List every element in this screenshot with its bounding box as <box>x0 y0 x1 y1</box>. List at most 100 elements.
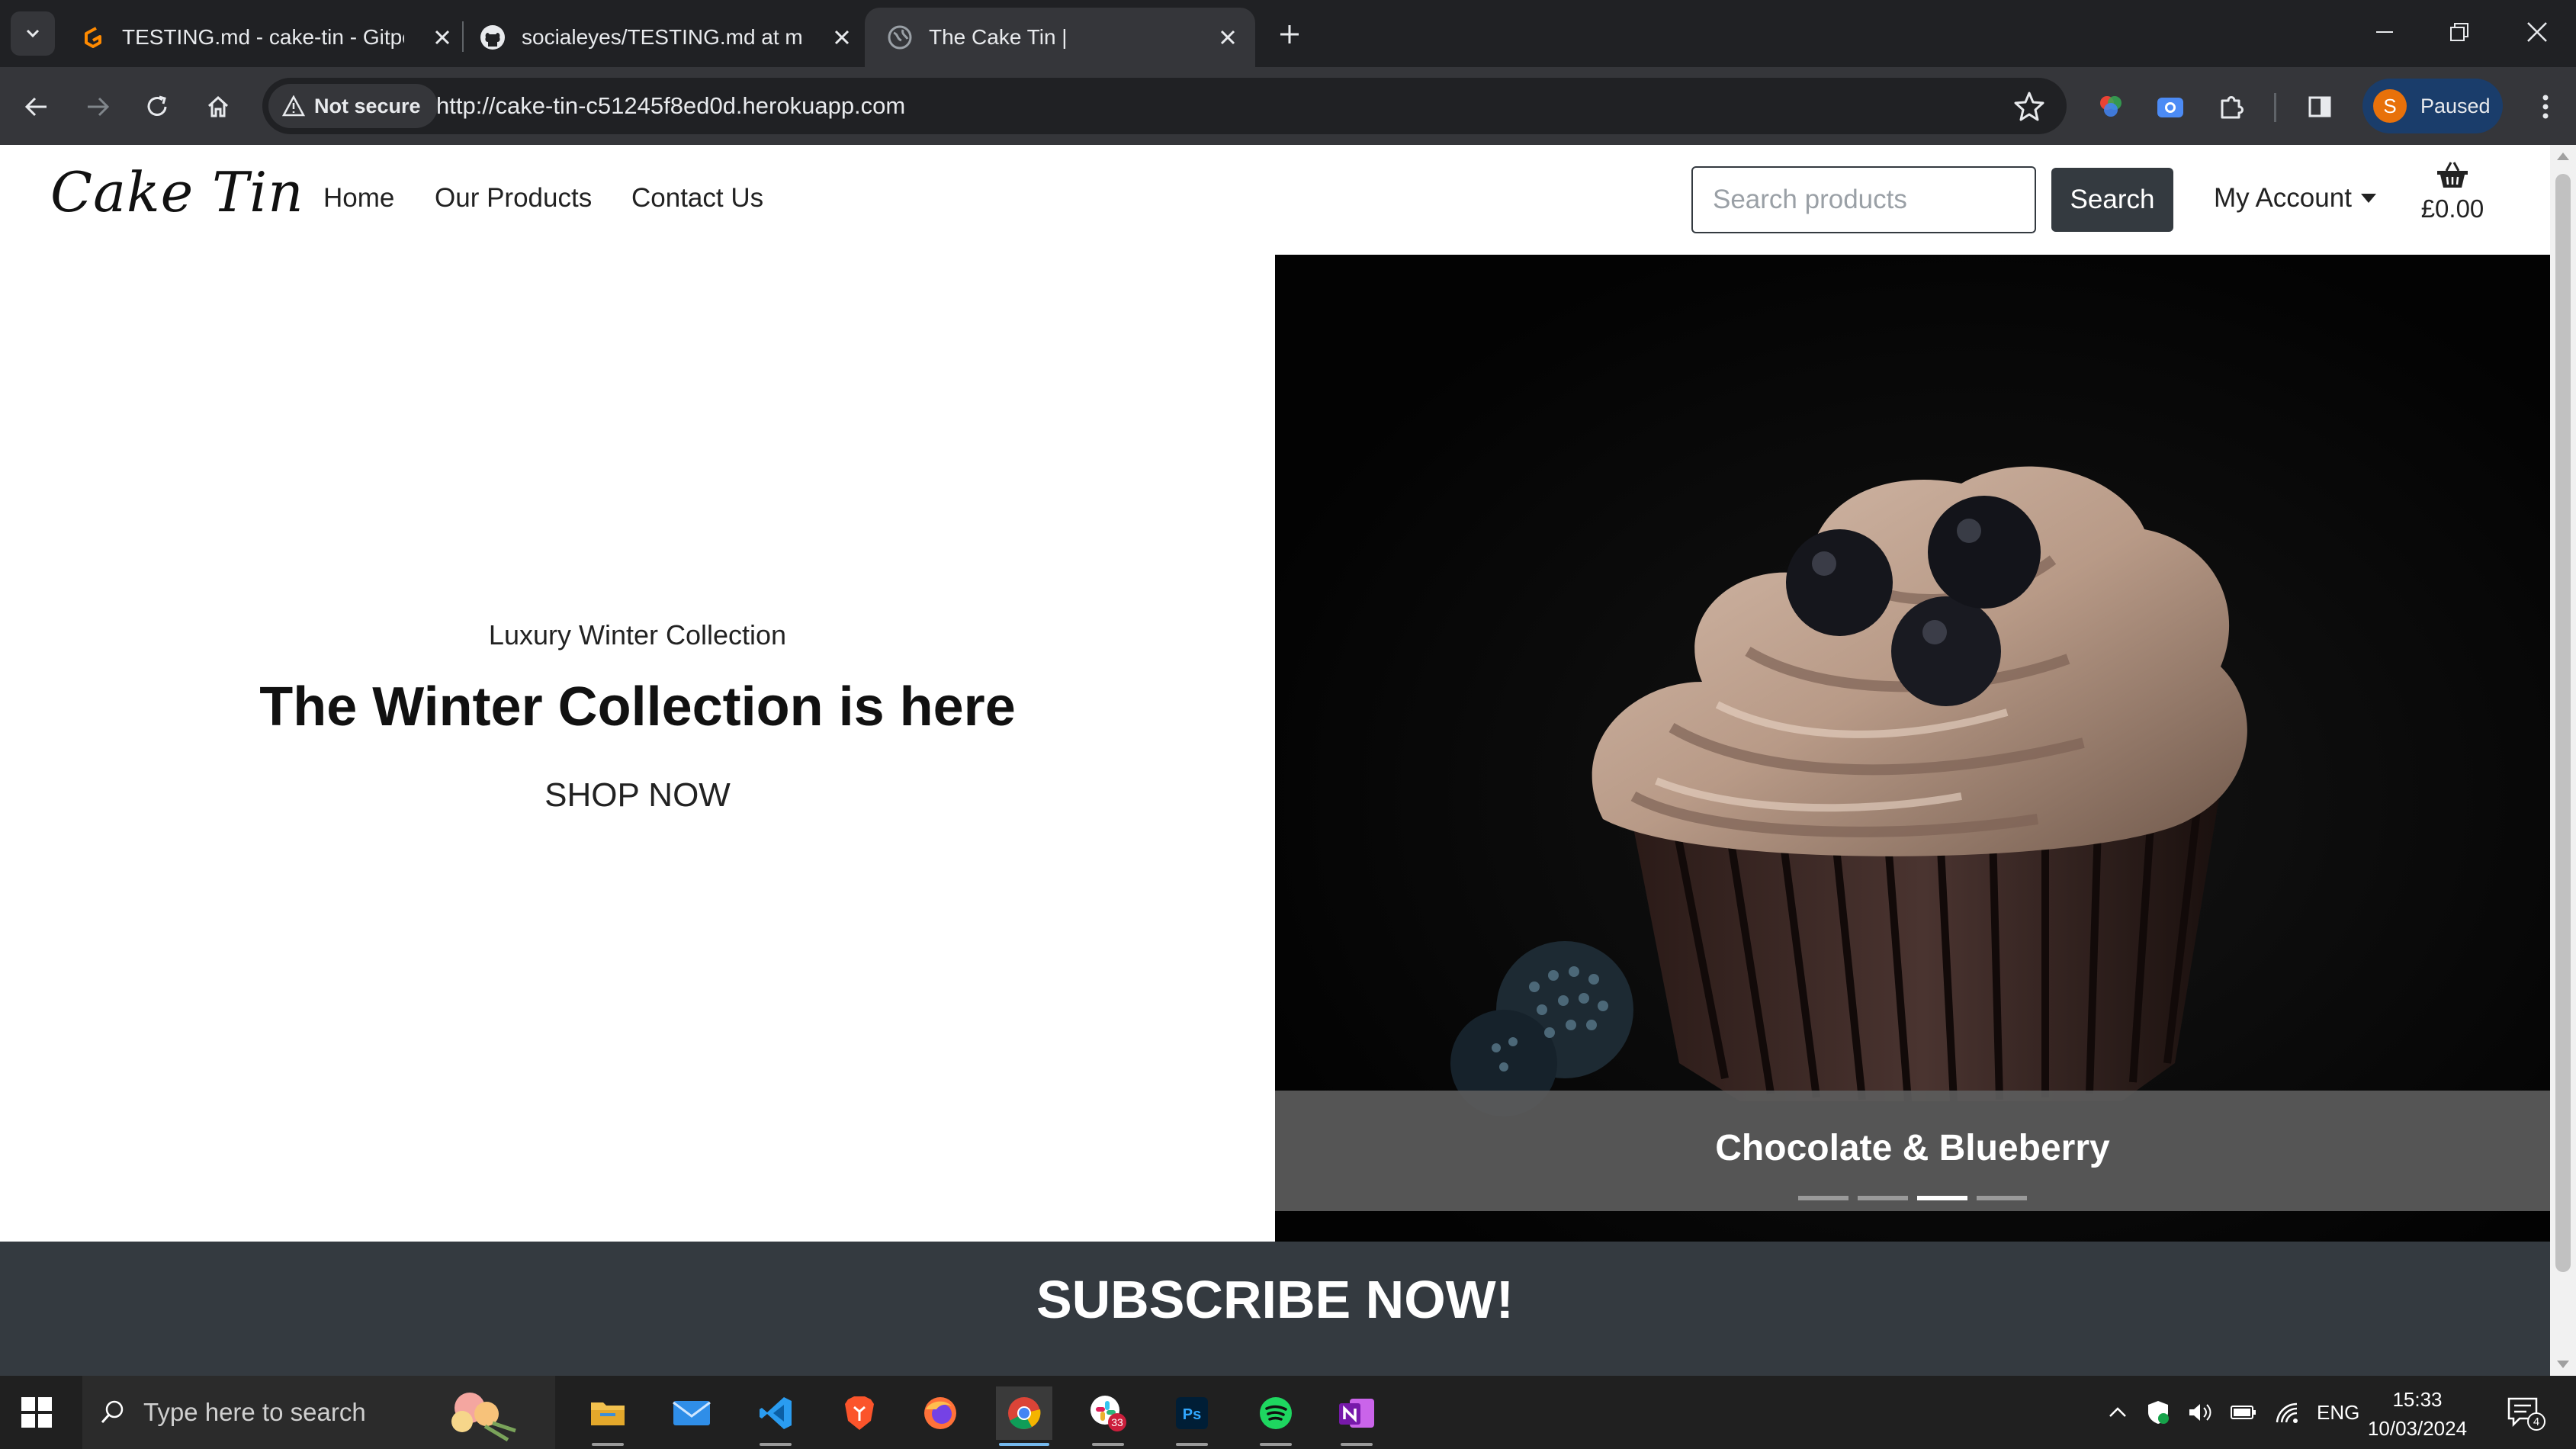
carousel-indicator-1[interactable] <box>1798 1196 1848 1200</box>
taskbar-brave[interactable] <box>831 1386 888 1440</box>
address-bar[interactable]: Not secure http://cake-tin-c51245f8ed0d.… <box>262 78 2067 134</box>
brave-icon <box>845 1396 874 1430</box>
nav-home[interactable]: Home <box>323 183 394 214</box>
taskbar-search-placeholder: Type here to search <box>143 1398 366 1426</box>
tab-title: TESTING.md - cake-tin - Gitpod <box>122 25 404 49</box>
search-button[interactable]: Search <box>2051 168 2173 232</box>
nav-our-products[interactable]: Our Products <box>435 183 592 214</box>
page-viewport: Cake Tin Home Our Products Contact Us Se… <box>0 145 2550 1376</box>
taskbar-onenote[interactable] <box>1328 1386 1385 1446</box>
browser-menu-button[interactable] <box>2524 85 2567 128</box>
running-indicator <box>999 1443 1049 1446</box>
scroll-thumb[interactable] <box>2555 174 2571 1272</box>
security-label: Not secure <box>314 94 421 117</box>
chevron-up-icon[interactable] <box>2106 1401 2129 1424</box>
carousel-indicators <box>1794 1196 2032 1200</box>
browser-toolbar: Not secure http://cake-tin-c51245f8ed0d.… <box>0 67 2576 145</box>
slack-icon: 33 <box>1090 1396 1126 1431</box>
side-panel-button[interactable] <box>2298 85 2341 128</box>
running-indicator <box>1092 1443 1124 1446</box>
running-indicator <box>592 1443 624 1446</box>
forward-button[interactable] <box>76 85 119 128</box>
reload-button[interactable] <box>136 85 178 128</box>
chevron-down-icon <box>26 29 40 38</box>
running-indicator <box>1341 1443 1373 1446</box>
close-window-button[interactable] <box>2503 9 2571 55</box>
more-vertical-icon <box>2542 95 2549 119</box>
security-shield-icon[interactable] <box>2146 1399 2170 1425</box>
product-carousel[interactable]: Chocolate & Blueberry <box>1275 255 2550 1242</box>
camera-icon <box>2157 98 2183 117</box>
url-text[interactable]: http://cake-tin-c51245f8ed0d.herokuapp.c… <box>436 78 905 134</box>
puzzle-icon <box>2221 96 2244 119</box>
windows-start-icon[interactable] <box>18 1394 55 1431</box>
carousel-indicator-3[interactable] <box>1917 1196 1967 1200</box>
new-tab-button[interactable] <box>1270 15 1309 53</box>
wifi-icon[interactable] <box>2274 1401 2300 1424</box>
tab-cake-tin[interactable]: The Cake Tin | <box>865 8 1255 67</box>
side-panel-icon <box>2308 96 2331 117</box>
notification-center-button[interactable]: 4 <box>2506 1376 2545 1449</box>
taskbar-search[interactable]: Type here to search <box>82 1376 555 1449</box>
color-extension-button[interactable] <box>2089 85 2132 128</box>
taskbar-photoshop[interactable]: Ps <box>1164 1386 1220 1446</box>
tab-title: socialeyes/TESTING.md at main <box>522 25 804 49</box>
extensions-button[interactable] <box>2210 85 2253 128</box>
language-indicator[interactable]: ENG <box>2317 1401 2359 1425</box>
taskbar-vscode[interactable] <box>747 1386 804 1446</box>
search-input[interactable] <box>1691 166 2036 233</box>
arrow-left-icon <box>24 97 47 117</box>
home-button[interactable] <box>197 85 239 128</box>
taskbar-slack[interactable]: 33 <box>1080 1386 1136 1446</box>
battery-icon[interactable] <box>2230 1403 2257 1422</box>
close-icon[interactable] <box>828 24 856 51</box>
my-account-dropdown[interactable]: My Account <box>2214 183 2376 214</box>
taskbar-file-explorer[interactable] <box>580 1386 636 1446</box>
system-tray: ENG <box>2106 1376 2359 1449</box>
site-header: Cake Tin Home Our Products Contact Us Se… <box>0 145 2550 255</box>
notification-count: 4 <box>2533 1415 2539 1428</box>
photoshop-icon: Ps <box>1176 1397 1208 1429</box>
taskbar-spotify[interactable] <box>1248 1386 1304 1446</box>
tab-gitpod[interactable]: TESTING.md - cake-tin - Gitpod <box>58 8 470 67</box>
profile-button[interactable]: S Paused <box>2362 79 2503 133</box>
taskbar-clock[interactable]: 15:33 10/03/2024 <box>2364 1385 2471 1443</box>
hero-title: The Winter Collection is here <box>259 676 1016 737</box>
color-picker-icon <box>2100 96 2122 117</box>
shop-now-link[interactable]: SHOP NOW <box>0 776 1275 814</box>
nav-contact-us[interactable]: Contact Us <box>631 183 763 214</box>
close-icon[interactable] <box>1214 24 1241 51</box>
windows-taskbar: Type here to search 33 Ps ENG 15:33 10/0… <box>0 1376 2576 1449</box>
restore-button[interactable] <box>2425 9 2494 55</box>
taskbar-mail[interactable] <box>663 1386 720 1440</box>
minimize-button[interactable] <box>2350 9 2419 55</box>
tab-search-button[interactable] <box>11 11 55 56</box>
site-logo[interactable]: Cake Tin <box>50 160 304 224</box>
basket-link[interactable]: £0.00 <box>2417 160 2488 223</box>
scroll-up-arrow[interactable] <box>2557 153 2569 160</box>
restore-icon <box>2450 23 2468 41</box>
close-icon[interactable] <box>429 24 456 51</box>
scroll-down-arrow[interactable] <box>2557 1361 2569 1368</box>
running-indicator <box>1176 1443 1208 1446</box>
home-icon <box>207 95 229 117</box>
security-chip[interactable]: Not secure <box>268 84 438 128</box>
back-button[interactable] <box>15 85 58 128</box>
page-scrollbar[interactable] <box>2550 145 2576 1376</box>
notification-icon: 4 <box>2507 1397 2545 1431</box>
tab-github[interactable]: socialeyes/TESTING.md at main <box>458 8 869 67</box>
github-icon <box>480 25 505 50</box>
running-indicator <box>1260 1443 1292 1446</box>
carousel-caption-band: Chocolate & Blueberry <box>1275 1091 2550 1211</box>
taskbar-chrome[interactable] <box>996 1386 1052 1446</box>
spotify-icon <box>1260 1397 1292 1429</box>
taskbar-firefox[interactable] <box>912 1386 968 1440</box>
carousel-indicator-4[interactable] <box>1977 1196 2027 1200</box>
firefox-icon <box>924 1397 956 1429</box>
browser-tab-strip: TESTING.md - cake-tin - Gitpod socialeye… <box>0 0 2576 67</box>
volume-icon[interactable] <box>2187 1401 2213 1424</box>
vscode-icon <box>760 1397 792 1429</box>
bookmark-star-icon[interactable] <box>2013 90 2045 122</box>
carousel-indicator-2[interactable] <box>1858 1196 1908 1200</box>
screenshot-extension-button[interactable] <box>2149 85 2192 128</box>
